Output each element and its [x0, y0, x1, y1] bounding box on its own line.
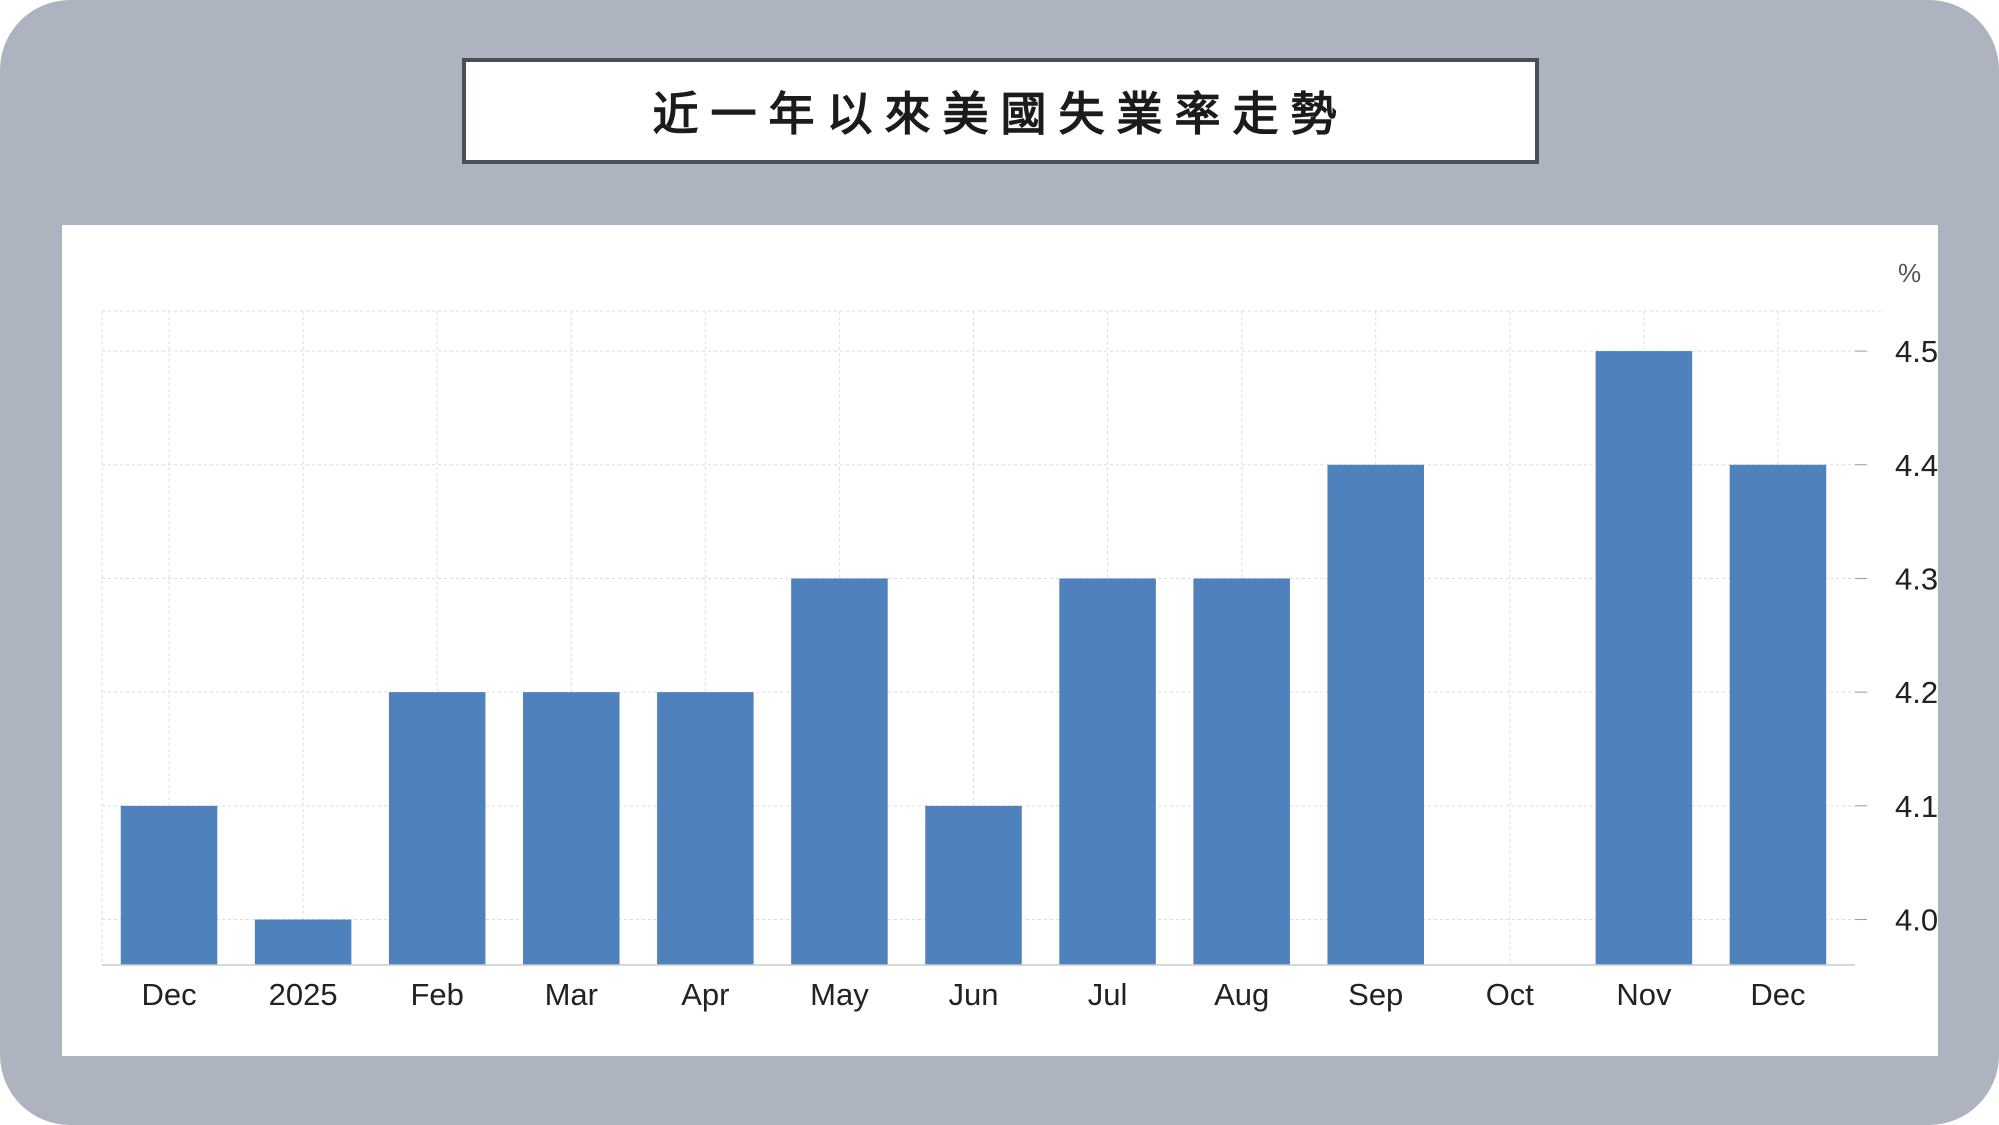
bar[interactable]: [120, 805, 218, 965]
y-tick-label: 4.50: [1895, 334, 1938, 369]
x-tick-label: Nov: [1616, 977, 1672, 1012]
x-tick-label: Dec: [141, 977, 196, 1012]
x-tick-label: 2025: [269, 977, 338, 1012]
x-tick-label: Apr: [681, 977, 729, 1012]
x-tick-label: Sep: [1348, 977, 1403, 1012]
bar-chart: 4.00 4.10 4.20 4.30 4.40 4.50% Dec 2025 Feb Mar Ap…: [101, 258, 1938, 1012]
y-tick-label: 4.20: [1895, 675, 1938, 710]
x-tick-label: Aug: [1214, 977, 1269, 1012]
chart-title: 近一年以來美國失業率走勢: [652, 87, 1349, 141]
bar[interactable]: [1729, 464, 1827, 965]
y-tick-label: 4.30: [1895, 561, 1938, 596]
chart-panel: 4.00 4.10 4.20 4.30 4.40 4.50% Dec 2025 Feb Mar Ap…: [62, 225, 1938, 1056]
bar[interactable]: [1595, 351, 1693, 966]
x-tick-label: May: [810, 977, 869, 1012]
bar[interactable]: [388, 692, 486, 965]
y-axis-unit: %: [1898, 258, 1921, 288]
bar[interactable]: [925, 805, 1022, 965]
x-tick-label: Feb: [410, 977, 463, 1012]
x-tick-label: Mar: [545, 977, 598, 1012]
y-tick-label: 4.40: [1895, 448, 1938, 483]
bar[interactable]: [791, 578, 888, 965]
x-tick-label: Jul: [1088, 977, 1128, 1012]
bar[interactable]: [1193, 578, 1290, 965]
x-tick-label: Jun: [949, 977, 999, 1012]
x-tick-label: Dec: [1750, 977, 1805, 1012]
bar[interactable]: [1327, 464, 1424, 965]
bar[interactable]: [523, 692, 620, 965]
y-tick-label: 4.00: [1895, 903, 1938, 938]
y-tick-label: 4.10: [1895, 789, 1938, 824]
bar[interactable]: [254, 919, 352, 965]
title-box: 近一年以來美國失業率走勢: [462, 58, 1539, 164]
x-tick-label: Oct: [1486, 977, 1535, 1012]
bar[interactable]: [1059, 578, 1156, 965]
bar[interactable]: [657, 692, 754, 965]
